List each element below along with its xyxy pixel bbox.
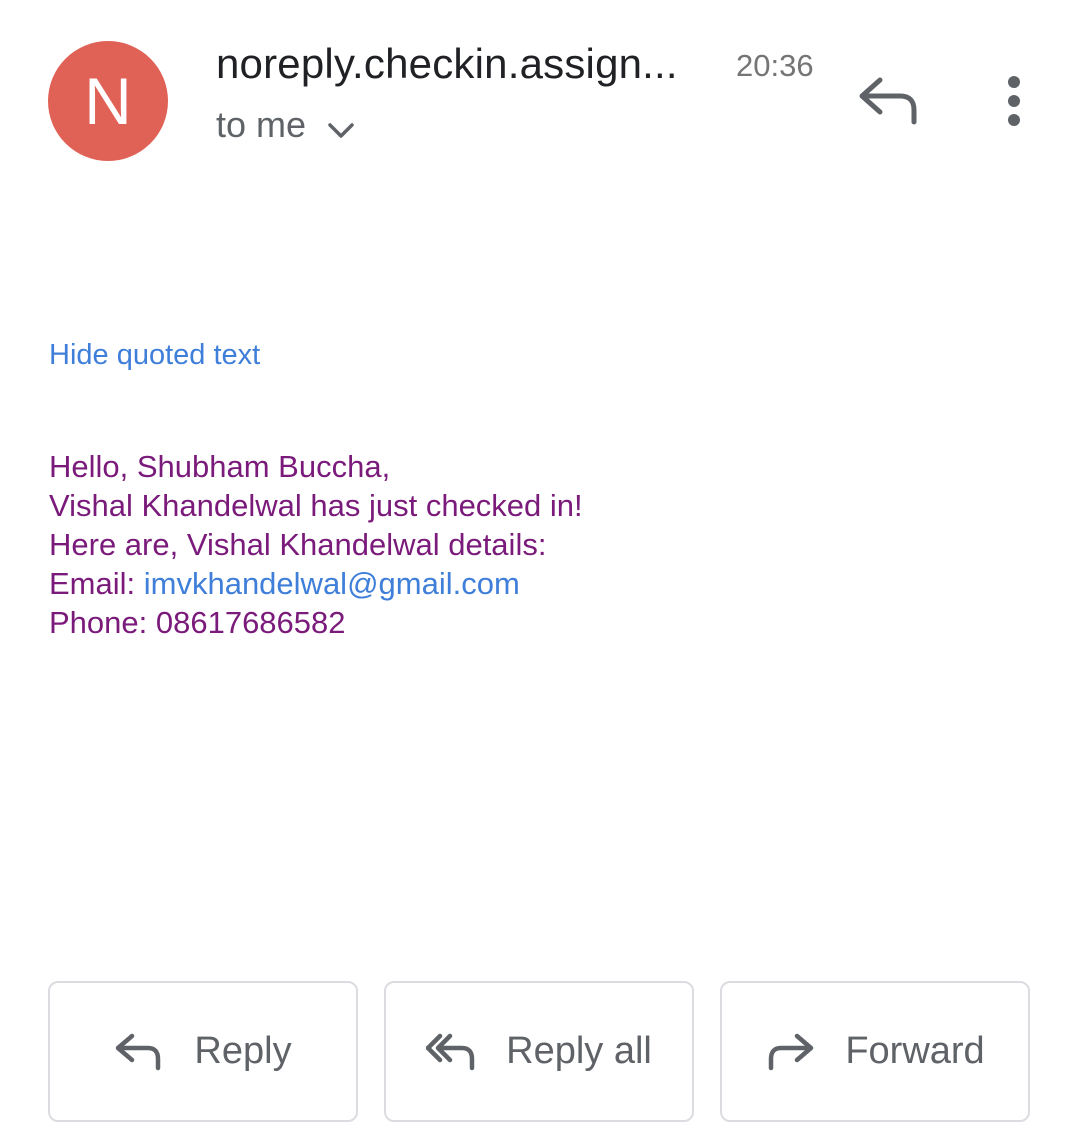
email-label: Email: [49, 566, 144, 601]
sender-name[interactable]: noreply.checkin.assign... [216, 40, 678, 88]
details-line: Here are, Vishal Khandelwal details: [49, 527, 547, 562]
message-time: 20:36 [736, 48, 814, 83]
forward-button[interactable]: Forward [720, 981, 1030, 1122]
message-body: Hello, Shubham Buccha, Vishal Khandelwal… [49, 447, 583, 642]
reply-icon[interactable] [856, 74, 922, 130]
recipient-details-toggle[interactable]: to me [216, 104, 356, 146]
forward-icon [769, 1033, 814, 1070]
chevron-down-icon [328, 123, 354, 138]
forward-button-label: Forward [845, 1030, 985, 1072]
checkin-line: Vishal Khandelwal has just checked in! [49, 488, 583, 523]
hide-quoted-text-link[interactable]: Hide quoted text [49, 339, 260, 372]
phone-line[interactable]: Phone: 08617686582 [49, 603, 583, 642]
reply-button[interactable]: Reply [48, 981, 358, 1122]
greeting-line: Hello, Shubham Buccha, [49, 449, 391, 484]
reply-icon [116, 1033, 161, 1070]
reply-all-icon [426, 1033, 475, 1070]
more-vert-icon[interactable] [994, 74, 1034, 130]
avatar[interactable]: N [48, 41, 168, 161]
reply-button-label: Reply [194, 1030, 292, 1072]
email-view: N noreply.checkin.assign... 20:36 to me … [0, 0, 1077, 1146]
email-line: Email: imvkhandelwal@gmail.com [49, 564, 583, 603]
email-link[interactable]: imvkhandelwal@gmail.com [144, 566, 520, 601]
reply-all-button-label: Reply all [506, 1030, 652, 1072]
recipient-label: to me [216, 104, 307, 145]
reply-all-button[interactable]: Reply all [384, 981, 694, 1122]
avatar-letter: N [84, 64, 132, 138]
